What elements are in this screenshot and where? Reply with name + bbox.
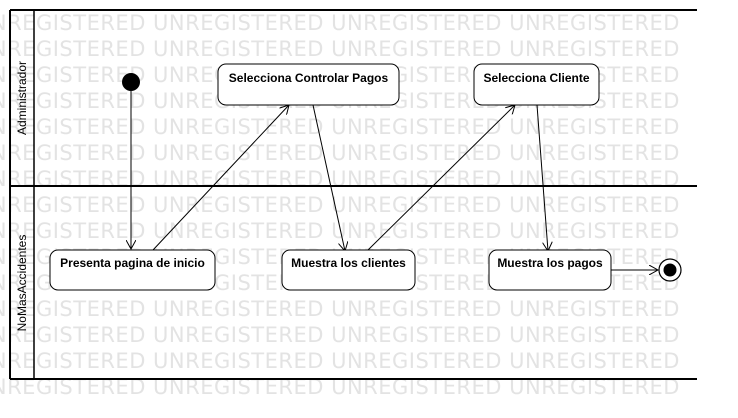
action-select-controlar-pagos[interactable]: Selecciona Controlar Pagos xyxy=(217,63,400,106)
swimlane-label-nomasaccidentes: NoMasAccidentes xyxy=(15,235,29,332)
action-label: Muestra los pagos xyxy=(497,256,603,270)
action-muestra-clientes[interactable]: Muestra los clientes xyxy=(281,249,416,291)
watermark-row: UNREGISTERED UNREGISTERED UNREGISTERED U… xyxy=(0,193,680,217)
action-label: Selecciona Cliente xyxy=(483,71,589,85)
initial-node[interactable] xyxy=(122,73,140,91)
watermark-row: UNREGISTERED UNREGISTERED UNREGISTERED U… xyxy=(0,349,680,373)
watermark-row: UNREGISTERED UNREGISTERED UNREGISTERED U… xyxy=(0,11,680,35)
action-label: Selecciona Controlar Pagos xyxy=(229,71,389,85)
watermark-row: UNREGISTERED UNREGISTERED UNREGISTERED U… xyxy=(0,323,680,347)
watermark-row: UNREGISTERED UNREGISTERED UNREGISTERED U… xyxy=(0,115,680,139)
watermark-row: UNREGISTERED UNREGISTERED UNREGISTERED U… xyxy=(0,37,680,61)
action-muestra-pagos[interactable]: Muestra los pagos xyxy=(488,249,612,291)
activity-diagram: UNREGISTERED UNREGISTERED UNREGISTERED U… xyxy=(0,0,738,418)
watermark-row: UNREGISTERED UNREGISTERED UNREGISTERED U… xyxy=(0,297,680,321)
watermark-row: UNREGISTERED UNREGISTERED UNREGISTERED U… xyxy=(0,141,680,165)
action-presenta-pagina-inicio[interactable]: Presenta pagina de inicio xyxy=(49,249,216,291)
diagram-svg: UNREGISTERED UNREGISTERED UNREGISTERED U… xyxy=(0,9,697,399)
final-node[interactable] xyxy=(658,258,682,282)
watermark-row: UNREGISTERED UNREGISTERED UNREGISTERED U… xyxy=(0,167,680,191)
watermark-row: UNREGISTERED UNREGISTERED UNREGISTERED U… xyxy=(0,219,680,243)
action-select-cliente[interactable]: Selecciona Cliente xyxy=(473,63,600,106)
action-label: Muestra los clientes xyxy=(291,256,406,270)
action-label: Presenta pagina de inicio xyxy=(60,256,205,270)
swimlane-label-administrador: Administrador xyxy=(15,61,29,135)
